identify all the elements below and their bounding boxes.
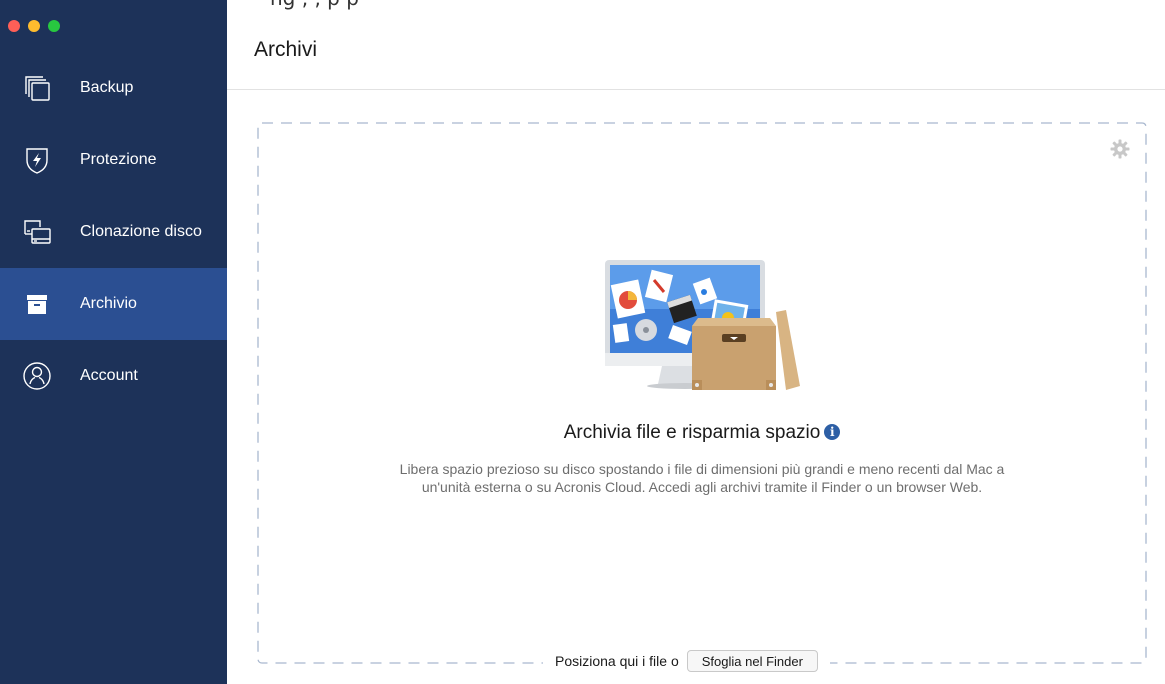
sidebar-item-label: Backup — [80, 79, 134, 96]
page-title: Archivi — [254, 38, 318, 61]
sidebar-item-backup[interactable]: Backup — [0, 52, 227, 124]
drop-zone-description: Libera spazio prezioso su disco spostand… — [399, 461, 1005, 495]
window-controls — [8, 20, 60, 32]
minimize-window-button[interactable] — [28, 20, 40, 32]
sidebar-item-archivio[interactable]: Archivio — [0, 268, 227, 340]
sidebar-item-label: Clonazione disco — [80, 223, 202, 240]
account-icon — [0, 340, 80, 412]
sidebar-item-label: Protezione — [80, 151, 157, 168]
backup-icon — [0, 52, 80, 124]
sidebar: Backup Protezione Clonazione disco Archi… — [0, 0, 227, 684]
archive-illustration — [605, 260, 800, 390]
drop-zone-footer: Posiziona qui i file o Sfoglia nel Finde… — [543, 648, 830, 674]
drop-instruction-text: Posiziona qui i file o — [555, 653, 679, 669]
gear-icon[interactable] — [1109, 138, 1131, 160]
app-window: Backup Protezione Clonazione disco Archi… — [0, 0, 1165, 684]
sidebar-item-label: Account — [80, 367, 138, 384]
header-divider — [227, 89, 1165, 90]
archive-drop-zone[interactable]: Archivia file e risparmia spazio i Libera… — [257, 122, 1147, 674]
shield-bolt-icon — [0, 124, 80, 196]
drop-zone-heading: Archivia file e risparmia spazio i — [257, 422, 1147, 444]
sidebar-item-clonazione-disco[interactable]: Clonazione disco — [0, 196, 227, 268]
clipped-text: ng , , p p — [270, 0, 359, 10]
archive-box-icon — [0, 268, 80, 340]
info-icon[interactable]: i — [824, 424, 841, 440]
sidebar-nav: Backup Protezione Clonazione disco Archi… — [0, 52, 227, 412]
sidebar-item-label: Archivio — [80, 295, 137, 312]
browse-finder-button[interactable]: Sfoglia nel Finder — [686, 650, 818, 672]
sidebar-item-protezione[interactable]: Protezione — [0, 124, 227, 196]
drop-zone-heading-text: Archivia file e risparmia spazio — [563, 422, 821, 443]
sidebar-item-account[interactable]: Account — [0, 340, 227, 412]
zoom-window-button[interactable] — [48, 20, 60, 32]
disk-clone-icon — [0, 196, 80, 268]
close-window-button[interactable] — [8, 20, 20, 32]
